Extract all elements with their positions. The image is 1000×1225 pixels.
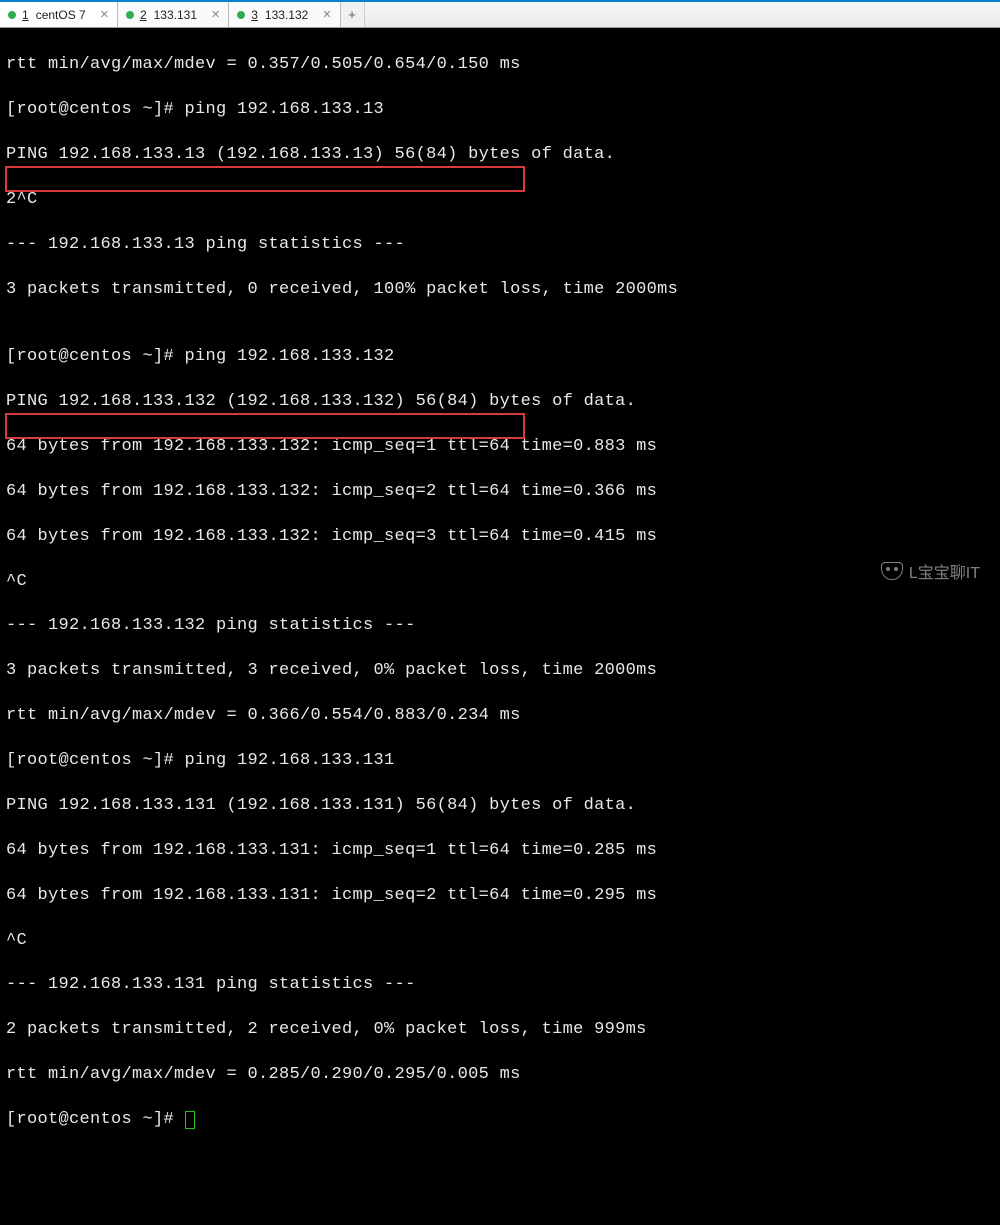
terminal-line: [root@centos ~]# ping 192.168.133.13 <box>6 99 994 121</box>
close-icon[interactable]: ✕ <box>314 8 331 21</box>
tab-bar-filler <box>365 2 1000 27</box>
terminal-line: PING 192.168.133.131 (192.168.133.131) 5… <box>6 795 994 817</box>
terminal-line: 3 packets transmitted, 0 received, 100% … <box>6 279 994 301</box>
terminal-line: 64 bytes from 192.168.133.132: icmp_seq=… <box>6 436 994 458</box>
terminal-line: 3 packets transmitted, 3 received, 0% pa… <box>6 660 994 682</box>
terminal-line: ^C <box>6 571 994 593</box>
tab-133-131[interactable]: 2 133.131 ✕ <box>118 2 229 27</box>
tab-bar: 1 centOS 7 ✕ 2 133.131 ✕ 3 133.132 ✕ + <box>0 2 1000 28</box>
terminal-line: PING 192.168.133.132 (192.168.133.132) 5… <box>6 391 994 413</box>
terminal-line: --- 192.168.133.132 ping statistics --- <box>6 615 994 637</box>
terminal-line: rtt min/avg/max/mdev = 0.366/0.554/0.883… <box>6 705 994 727</box>
watermark-text: L宝宝聊IT <box>909 559 980 583</box>
terminal-output[interactable]: rtt min/avg/max/mdev = 0.357/0.505/0.654… <box>0 28 1000 1225</box>
terminal-prompt-line: [root@centos ~]# <box>6 1109 994 1131</box>
status-dot-icon <box>8 11 16 19</box>
tab-centos7[interactable]: 1 centOS 7 ✕ <box>0 2 118 27</box>
tab-label: centOS 7 <box>36 8 86 22</box>
terminal-line: rtt min/avg/max/mdev = 0.357/0.505/0.654… <box>6 54 994 76</box>
terminal-line: --- 192.168.133.13 ping statistics --- <box>6 234 994 256</box>
wechat-icon <box>881 562 903 580</box>
terminal-line: PING 192.168.133.13 (192.168.133.13) 56(… <box>6 144 994 166</box>
terminal-line: [root@centos ~]# ping 192.168.133.131 <box>6 750 994 772</box>
close-icon[interactable]: ✕ <box>92 8 109 21</box>
terminal-line: 64 bytes from 192.168.133.131: icmp_seq=… <box>6 840 994 862</box>
status-dot-icon <box>237 11 245 19</box>
tab-label: 133.132 <box>265 8 308 22</box>
watermark: L宝宝聊IT <box>881 559 980 583</box>
tab-number: 3 <box>251 8 258 22</box>
close-icon[interactable]: ✕ <box>203 8 220 21</box>
terminal-line: --- 192.168.133.131 ping statistics --- <box>6 974 994 996</box>
terminal-line: [root@centos ~]# ping 192.168.133.132 <box>6 346 994 368</box>
status-dot-icon <box>126 11 134 19</box>
add-tab-button[interactable]: + <box>341 2 365 27</box>
terminal-line: 2 packets transmitted, 2 received, 0% pa… <box>6 1019 994 1041</box>
tab-number: 2 <box>140 8 147 22</box>
terminal-line: ^C <box>6 930 994 952</box>
cursor-icon <box>185 1111 195 1129</box>
tab-133-132[interactable]: 3 133.132 ✕ <box>229 2 340 27</box>
terminal-line: 64 bytes from 192.168.133.131: icmp_seq=… <box>6 885 994 907</box>
terminal-line: 64 bytes from 192.168.133.132: icmp_seq=… <box>6 481 994 503</box>
terminal-prompt: [root@centos ~]# <box>6 1110 185 1129</box>
terminal-line: 2^C <box>6 189 994 211</box>
tab-label: 133.131 <box>154 8 197 22</box>
terminal-line: 64 bytes from 192.168.133.132: icmp_seq=… <box>6 526 994 548</box>
tab-number: 1 <box>22 8 29 22</box>
terminal-line: rtt min/avg/max/mdev = 0.285/0.290/0.295… <box>6 1064 994 1086</box>
